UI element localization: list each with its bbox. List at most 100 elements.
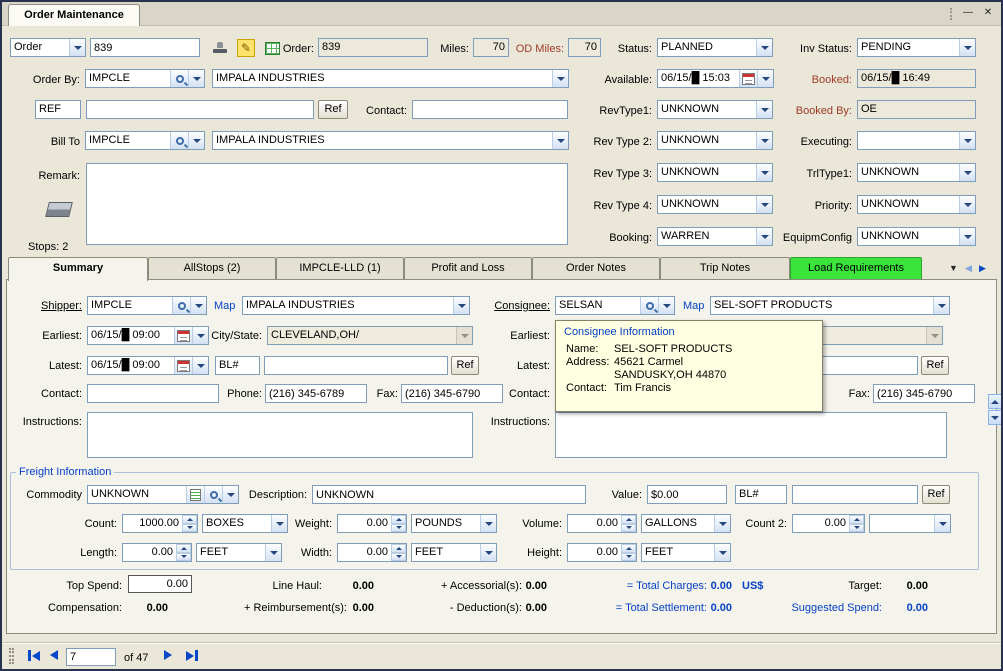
lookup-icon[interactable]	[172, 297, 190, 314]
consignee-fax-input[interactable]	[873, 384, 975, 403]
spin-up-icon[interactable]	[391, 515, 406, 524]
tab-order-notes[interactable]: Order Notes	[532, 257, 660, 279]
spin-up-icon[interactable]	[621, 544, 636, 553]
volume-stepper[interactable]: 0.00	[567, 514, 637, 533]
rev-type3-select[interactable]: UNKNOWN	[657, 163, 773, 182]
calendar-icon[interactable]	[174, 357, 192, 374]
booking-select[interactable]: WARREN	[657, 227, 773, 246]
shipper-latest-date[interactable]: 06/15/█ 09:00	[87, 356, 209, 375]
nav-grip[interactable]	[9, 648, 14, 664]
record-number-input[interactable]	[66, 648, 116, 666]
spin-down-icon[interactable]	[391, 524, 406, 533]
ref-button[interactable]: Ref	[318, 100, 348, 119]
spin-down-icon[interactable]	[849, 524, 864, 533]
lookup-icon[interactable]	[170, 70, 188, 87]
trltype1-select[interactable]: UNKNOWN	[857, 163, 976, 182]
tab-scroll-right-icon[interactable]: ▶	[979, 261, 986, 275]
lookup-icon[interactable]	[204, 486, 222, 503]
count-stepper[interactable]: 1000.00	[122, 514, 198, 533]
rev-type4-select[interactable]: UNKNOWN	[657, 195, 773, 214]
chevron-down-icon[interactable]	[959, 196, 975, 213]
chevron-down-icon[interactable]	[453, 297, 469, 314]
remark-textarea[interactable]	[86, 163, 568, 245]
ref-type-box[interactable]: REF	[35, 100, 81, 119]
shipper-bl-input[interactable]	[264, 356, 448, 375]
chevron-down-icon[interactable]	[188, 132, 204, 149]
shipper-instructions-textarea[interactable]	[87, 412, 473, 458]
chevron-down-icon[interactable]	[933, 297, 949, 314]
freight-bl-box[interactable]: BL#	[735, 485, 787, 504]
previous-record-button[interactable]	[50, 650, 58, 660]
window-title-tab[interactable]: Order Maintenance	[8, 4, 140, 26]
chevron-down-icon[interactable]	[756, 39, 772, 56]
spin-down-icon[interactable]	[621, 524, 636, 533]
chevron-down-icon[interactable]	[188, 70, 204, 87]
chevron-down-icon[interactable]	[480, 515, 496, 532]
consignee-name-combo[interactable]: SEL-SOFT PRODUCTS	[710, 296, 950, 315]
shipper-map-link[interactable]: Map	[214, 299, 240, 313]
remark-eraser-button[interactable]	[44, 196, 74, 222]
top-spend-field[interactable]: 0.00	[128, 575, 192, 593]
count2-unit-select[interactable]	[869, 514, 951, 533]
bill-to-name-combo[interactable]: IMPALA INDUSTRIES	[212, 131, 569, 150]
calendar-icon[interactable]	[739, 70, 757, 87]
height-unit-select[interactable]: FEET	[641, 543, 731, 562]
chevron-down-icon[interactable]	[757, 70, 773, 87]
shipper-label[interactable]: Shipper:	[30, 299, 82, 313]
spin-up-icon[interactable]	[391, 544, 406, 553]
chevron-down-icon[interactable]	[756, 196, 772, 213]
chevron-down-icon[interactable]	[714, 515, 730, 532]
status-select[interactable]: PLANNED	[657, 38, 773, 57]
chevron-down-icon[interactable]	[959, 164, 975, 181]
last-record-button[interactable]	[186, 650, 198, 661]
spin-up-icon[interactable]	[176, 544, 191, 553]
spin-up-icon[interactable]	[182, 515, 197, 524]
chevron-down-icon[interactable]	[959, 228, 975, 245]
shipper-contact-input[interactable]	[87, 384, 219, 403]
chevron-down-icon[interactable]	[756, 228, 772, 245]
chevron-down-icon[interactable]	[756, 101, 772, 118]
order-search-input[interactable]	[90, 38, 200, 57]
order-by-code-combo[interactable]: IMPCLE	[85, 69, 205, 88]
revtype1-select[interactable]: UNKNOWN	[657, 100, 773, 119]
note-icon[interactable]	[186, 486, 204, 503]
search-mode-select[interactable]: Order	[10, 38, 86, 57]
first-record-button[interactable]	[28, 650, 40, 661]
description-input[interactable]	[312, 485, 586, 504]
minimize-button[interactable]: —	[960, 6, 976, 21]
length-stepper[interactable]: 0.00	[122, 543, 192, 562]
chevron-down-icon[interactable]	[552, 132, 568, 149]
spin-down-icon[interactable]	[176, 553, 191, 562]
chevron-down-icon[interactable]	[222, 486, 238, 503]
consignee-code-combo[interactable]: SELSAN	[555, 296, 675, 315]
tab-profit-and-loss[interactable]: Profit and Loss	[404, 257, 532, 279]
contact-input[interactable]	[412, 100, 568, 119]
close-button[interactable]: ✕	[980, 6, 996, 21]
tab-summary[interactable]: Summary	[8, 257, 148, 281]
ref-number-input[interactable]	[86, 100, 314, 119]
weight-stepper[interactable]: 0.00	[337, 514, 407, 533]
next-record-button[interactable]	[164, 650, 172, 660]
shipper-fax-input[interactable]	[401, 384, 503, 403]
consignee-ref-button[interactable]: Ref	[921, 356, 949, 375]
chevron-down-icon[interactable]	[69, 39, 85, 56]
chevron-down-icon[interactable]	[190, 297, 206, 314]
weight-unit-select[interactable]: POUNDS	[411, 514, 497, 533]
spin-down-icon[interactable]	[391, 553, 406, 562]
value-input[interactable]	[647, 485, 727, 504]
chevron-down-icon[interactable]	[934, 515, 950, 532]
spin-up-icon[interactable]	[849, 515, 864, 524]
tab-allstops[interactable]: AllStops (2)	[148, 257, 276, 279]
executing-select[interactable]	[857, 131, 976, 150]
stamp-button[interactable]	[208, 37, 232, 59]
tab-scroll-left-icon[interactable]: ◀	[965, 261, 972, 275]
lookup-icon[interactable]	[170, 132, 188, 149]
calendar-icon[interactable]	[174, 327, 192, 344]
tab-impcle-lld[interactable]: IMPCLE-LLD (1)	[276, 257, 404, 279]
height-stepper[interactable]: 0.00	[567, 543, 637, 562]
spin-up-icon[interactable]	[621, 515, 636, 524]
tab-trip-notes[interactable]: Trip Notes	[660, 257, 790, 279]
spin-down-icon[interactable]	[182, 524, 197, 533]
consignee-instructions-textarea[interactable]	[555, 412, 947, 458]
panel-scroll-up-button[interactable]	[988, 394, 1002, 409]
